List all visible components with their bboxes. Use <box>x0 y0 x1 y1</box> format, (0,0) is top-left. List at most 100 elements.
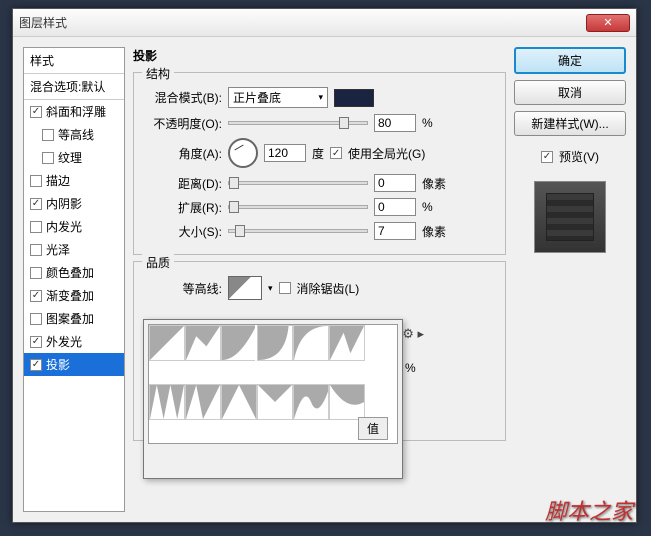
style-checkbox[interactable] <box>30 267 42 279</box>
style-label: 外发光 <box>46 333 82 350</box>
style-checkbox[interactable] <box>30 336 42 348</box>
global-light-label: 使用全局光(G) <box>348 145 425 162</box>
contour-preset[interactable] <box>149 384 185 420</box>
style-item[interactable]: 内发光 <box>24 215 124 238</box>
spread-slider[interactable] <box>228 205 368 209</box>
style-item[interactable]: 等高线 <box>24 123 124 146</box>
style-item[interactable]: 纹理 <box>24 146 124 169</box>
color-swatch[interactable] <box>334 89 374 107</box>
blend-mode-label: 混合模式(B): <box>144 89 222 106</box>
preview-box <box>534 181 606 253</box>
style-checkbox[interactable] <box>30 244 42 256</box>
structure-fieldset: 结构 混合模式(B): 正片叠底▾ 不透明度(O): 80 % 角度(A): 1… <box>133 72 506 255</box>
style-label: 图案叠加 <box>46 310 94 327</box>
style-label: 投影 <box>46 356 70 373</box>
size-unit: 像素 <box>422 223 446 240</box>
angle-dial[interactable] <box>228 138 258 168</box>
style-item[interactable]: 内阴影 <box>24 192 124 215</box>
contour-preset[interactable] <box>329 384 365 420</box>
contour-preset[interactable] <box>293 325 329 361</box>
opacity-label: 不透明度(O): <box>144 115 222 132</box>
style-label: 斜面和浮雕 <box>46 103 106 120</box>
styles-list-panel: 样式 混合选项:默认 斜面和浮雕等高线纹理描边内阴影内发光光泽颜色叠加渐变叠加图… <box>23 47 125 512</box>
contour-preset[interactable] <box>329 325 365 361</box>
new-style-button[interactable]: 新建样式(W)... <box>514 111 626 136</box>
style-item[interactable]: 投影 <box>24 353 124 376</box>
style-label: 等高线 <box>58 126 94 143</box>
cancel-button[interactable]: 取消 <box>514 80 626 105</box>
contour-preset[interactable] <box>257 384 293 420</box>
quality-legend: 品质 <box>142 254 174 271</box>
style-checkbox[interactable] <box>30 198 42 210</box>
style-label: 内阴影 <box>46 195 82 212</box>
chevron-down-icon[interactable]: ▾ <box>268 283 273 294</box>
style-item[interactable]: 光泽 <box>24 238 124 261</box>
preview-checkbox[interactable] <box>541 151 553 163</box>
contour-preset-popup: ⚙ ▸ <box>143 319 403 479</box>
style-item[interactable]: 斜面和浮雕 <box>24 100 124 123</box>
antialias-checkbox[interactable] <box>279 282 291 294</box>
antialias-label: 消除锯齿(L) <box>297 280 360 297</box>
effect-title: 投影 <box>133 47 506 64</box>
structure-legend: 结构 <box>142 65 174 82</box>
style-label: 渐变叠加 <box>46 287 94 304</box>
reset-default-button[interactable]: 值 <box>358 417 388 440</box>
style-checkbox[interactable] <box>42 152 54 164</box>
global-light-checkbox[interactable] <box>330 147 342 159</box>
style-checkbox[interactable] <box>30 221 42 233</box>
style-label: 颜色叠加 <box>46 264 94 281</box>
layer-style-dialog: 图层样式 ✕ 样式 混合选项:默认 斜面和浮雕等高线纹理描边内阴影内发光光泽颜色… <box>12 8 637 523</box>
titlebar[interactable]: 图层样式 ✕ <box>13 9 636 37</box>
style-checkbox[interactable] <box>30 290 42 302</box>
contour-preset[interactable] <box>185 325 221 361</box>
style-item[interactable]: 渐变叠加 <box>24 284 124 307</box>
distance-unit: 像素 <box>422 175 446 192</box>
dialog-buttons-panel: 确定 取消 新建样式(W)... 预览(V) <box>514 47 626 512</box>
dialog-title: 图层样式 <box>19 14 586 31</box>
spread-label: 扩展(R): <box>144 199 222 216</box>
style-checkbox[interactable] <box>42 129 54 141</box>
gear-icon[interactable]: ⚙ ▸ <box>402 326 424 342</box>
style-checkbox[interactable] <box>30 313 42 325</box>
contour-preset[interactable] <box>221 325 257 361</box>
noise-unit: % <box>405 361 416 375</box>
size-label: 大小(S): <box>144 223 222 240</box>
contour-picker[interactable] <box>228 276 262 300</box>
spread-unit: % <box>422 200 433 214</box>
chevron-down-icon: ▾ <box>318 92 323 103</box>
style-checkbox[interactable] <box>30 106 42 118</box>
spread-input[interactable]: 0 <box>374 198 416 216</box>
contour-preset[interactable] <box>257 325 293 361</box>
contour-preset[interactable] <box>221 384 257 420</box>
style-checkbox[interactable] <box>30 175 42 187</box>
angle-label: 角度(A): <box>144 145 222 162</box>
distance-label: 距离(D): <box>144 175 222 192</box>
contour-preset[interactable] <box>293 384 329 420</box>
size-slider[interactable] <box>228 229 368 233</box>
style-label: 纹理 <box>58 149 82 166</box>
size-input[interactable]: 7 <box>374 222 416 240</box>
distance-input[interactable]: 0 <box>374 174 416 192</box>
styles-header[interactable]: 样式 <box>24 48 124 74</box>
style-label: 描边 <box>46 172 70 189</box>
style-item[interactable]: 颜色叠加 <box>24 261 124 284</box>
style-label: 光泽 <box>46 241 70 258</box>
contour-preset[interactable] <box>149 325 185 361</box>
style-label: 内发光 <box>46 218 82 235</box>
angle-input[interactable]: 120 <box>264 144 306 162</box>
style-item[interactable]: 外发光 <box>24 330 124 353</box>
distance-slider[interactable] <box>228 181 368 185</box>
opacity-slider[interactable] <box>228 121 368 125</box>
style-item[interactable]: 图案叠加 <box>24 307 124 330</box>
blend-mode-select[interactable]: 正片叠底▾ <box>228 87 328 108</box>
contour-label: 等高线: <box>144 280 222 297</box>
opacity-input[interactable]: 80 <box>374 114 416 132</box>
preview-thumbnail <box>546 193 594 241</box>
style-checkbox[interactable] <box>30 359 42 371</box>
ok-button[interactable]: 确定 <box>514 47 626 74</box>
style-item[interactable]: 描边 <box>24 169 124 192</box>
close-button[interactable]: ✕ <box>586 14 630 32</box>
opacity-unit: % <box>422 116 433 130</box>
contour-preset[interactable] <box>185 384 221 420</box>
blend-options-item[interactable]: 混合选项:默认 <box>24 74 124 100</box>
